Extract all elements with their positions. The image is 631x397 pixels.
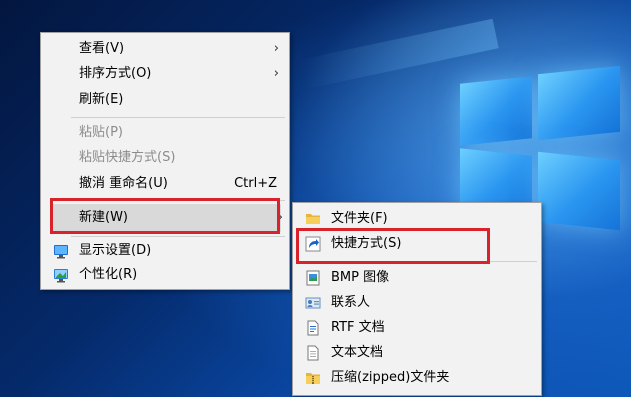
new-submenu: 文件夹(F) 快捷方式(S) BMP 图像 联系人 RTF 文档 文本文档 压缩… [292,202,542,396]
menu-item-label: 排序方式(O) [79,66,152,81]
windows-logo-pane [460,76,532,146]
menu-item-refresh[interactable]: 刷新(E) [43,88,287,112]
submenu-item-shortcut[interactable]: 快捷方式(S) [295,232,539,256]
menu-separator [71,200,285,201]
submenu-item-label: 快捷方式(S) [331,236,402,251]
menu-item-label: 新建(W) [79,210,128,225]
menu-item-sort-by[interactable]: 排序方式(O) › [43,62,287,86]
submenu-item-rtf-document[interactable]: RTF 文档 [295,316,539,340]
menu-item-label: 查看(V) [79,41,125,56]
desktop-context-menu: 查看(V) › 排序方式(O) › 刷新(E) 粘贴(P) 粘贴快捷方式(S) … [40,32,290,290]
folder-icon [305,211,321,227]
submenu-item-label: 文本文档 [331,345,384,360]
menu-item-label: 粘贴快捷方式(S) [79,150,176,165]
menu-item-view[interactable]: 查看(V) › [43,37,287,61]
menu-item-label: 刷新(E) [79,92,124,107]
submenu-arrow-icon: › [273,66,279,81]
submenu-item-bmp-image[interactable]: BMP 图像 [295,266,539,290]
submenu-item-label: 压缩(zipped)文件夹 [331,370,450,385]
personalize-icon [53,267,69,283]
submenu-arrow-icon: › [277,210,283,225]
shortcut-icon [305,236,321,252]
submenu-item-text-document[interactable]: 文本文档 [295,341,539,365]
submenu-item-folder[interactable]: 文件夹(F) [295,207,539,231]
menu-item-new[interactable]: 新建(W) › [51,204,283,232]
menu-item-display-settings[interactable]: 显示设置(D) [43,239,287,263]
menu-item-label: 显示设置(D) [79,243,152,258]
menu-item-shortcut: Ctrl+Z [234,176,277,191]
text-document-icon [305,345,321,361]
submenu-arrow-icon: › [273,41,279,56]
contact-icon [305,295,321,311]
menu-item-label: 个性化(R) [79,267,138,282]
display-settings-icon [53,243,69,259]
menu-separator [71,117,285,118]
rtf-document-icon [305,320,321,336]
menu-item-paste-shortcut[interactable]: 粘贴快捷方式(S) [43,146,287,170]
menu-separator [323,261,537,262]
submenu-item-label: 联系人 [331,295,371,310]
submenu-item-label: 文件夹(F) [331,211,388,226]
submenu-item-label: BMP 图像 [331,270,390,285]
zip-folder-icon [305,370,321,386]
menu-item-paste[interactable]: 粘贴(P) [43,121,287,145]
menu-item-label: 撤消 重命名(U) [79,176,168,191]
menu-separator [71,236,285,237]
submenu-item-contact[interactable]: 联系人 [295,291,539,315]
windows-logo-pane [538,65,620,141]
menu-item-personalize[interactable]: 个性化(R) [43,263,287,287]
submenu-item-zip-folder[interactable]: 压缩(zipped)文件夹 [295,366,539,390]
submenu-item-label: RTF 文档 [331,320,385,335]
windows-logo-pane [538,151,620,231]
bmp-image-icon [305,270,321,286]
menu-item-undo-rename[interactable]: 撤消 重命名(U) Ctrl+Z [43,172,287,196]
menu-item-label: 粘贴(P) [79,125,123,140]
